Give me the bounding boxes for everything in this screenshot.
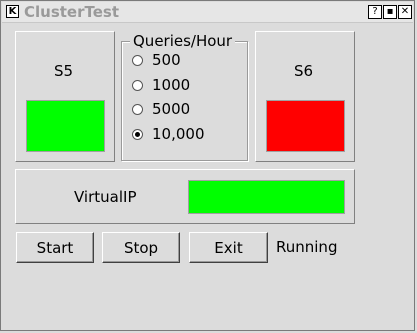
virtual-ip-label: VirtualIP [74,188,137,206]
close-icon[interactable]: ✕ [398,5,412,19]
stop-button[interactable]: Stop [102,232,180,263]
radio-button[interactable] [132,103,143,115]
main-window: K ClusterTest ? ▪ ✕ S5 Queries/Hour 500 … [0,0,415,331]
radio-option-1000[interactable]: 1000 [132,75,190,95]
server-s5-status-indicator [26,100,105,152]
server-s5-label: S5 [54,62,74,80]
window-title: ClusterTest [24,3,120,21]
help-icon[interactable]: ? [368,5,382,19]
start-button[interactable]: Start [16,232,94,263]
radio-button[interactable] [132,79,143,91]
title-bar[interactable]: K ClusterTest ? ▪ ✕ [2,2,413,23]
queries-per-hour-legend: Queries/Hour [130,33,236,49]
radio-button-selected[interactable] [132,128,143,140]
radio-option-label: 1000 [152,76,191,94]
radio-button[interactable] [132,54,143,66]
server-s5-panel: S5 [15,31,115,162]
minimize-icon[interactable]: ▪ [383,5,397,19]
radio-option-10000[interactable]: 10,000 [132,124,205,144]
radio-selected-dot [135,131,140,137]
server-s6-panel: S6 [255,31,355,162]
radio-option-label: 5000 [152,100,191,118]
virtual-ip-panel: VirtualIP [15,169,355,224]
status-text: Running [276,238,338,256]
k-icon[interactable]: K [6,5,19,18]
virtual-ip-status-indicator [188,180,345,214]
radio-option-5000[interactable]: 5000 [132,99,190,119]
exit-button[interactable]: Exit [189,232,268,263]
radio-option-label: 500 [152,51,181,69]
server-s6-status-indicator [266,100,345,152]
queries-per-hour-group: Queries/Hour 500 1000 5000 10,000 [121,33,248,161]
server-s6-label: S6 [294,62,314,80]
radio-option-500[interactable]: 500 [132,50,181,70]
radio-option-label: 10,000 [152,125,205,143]
